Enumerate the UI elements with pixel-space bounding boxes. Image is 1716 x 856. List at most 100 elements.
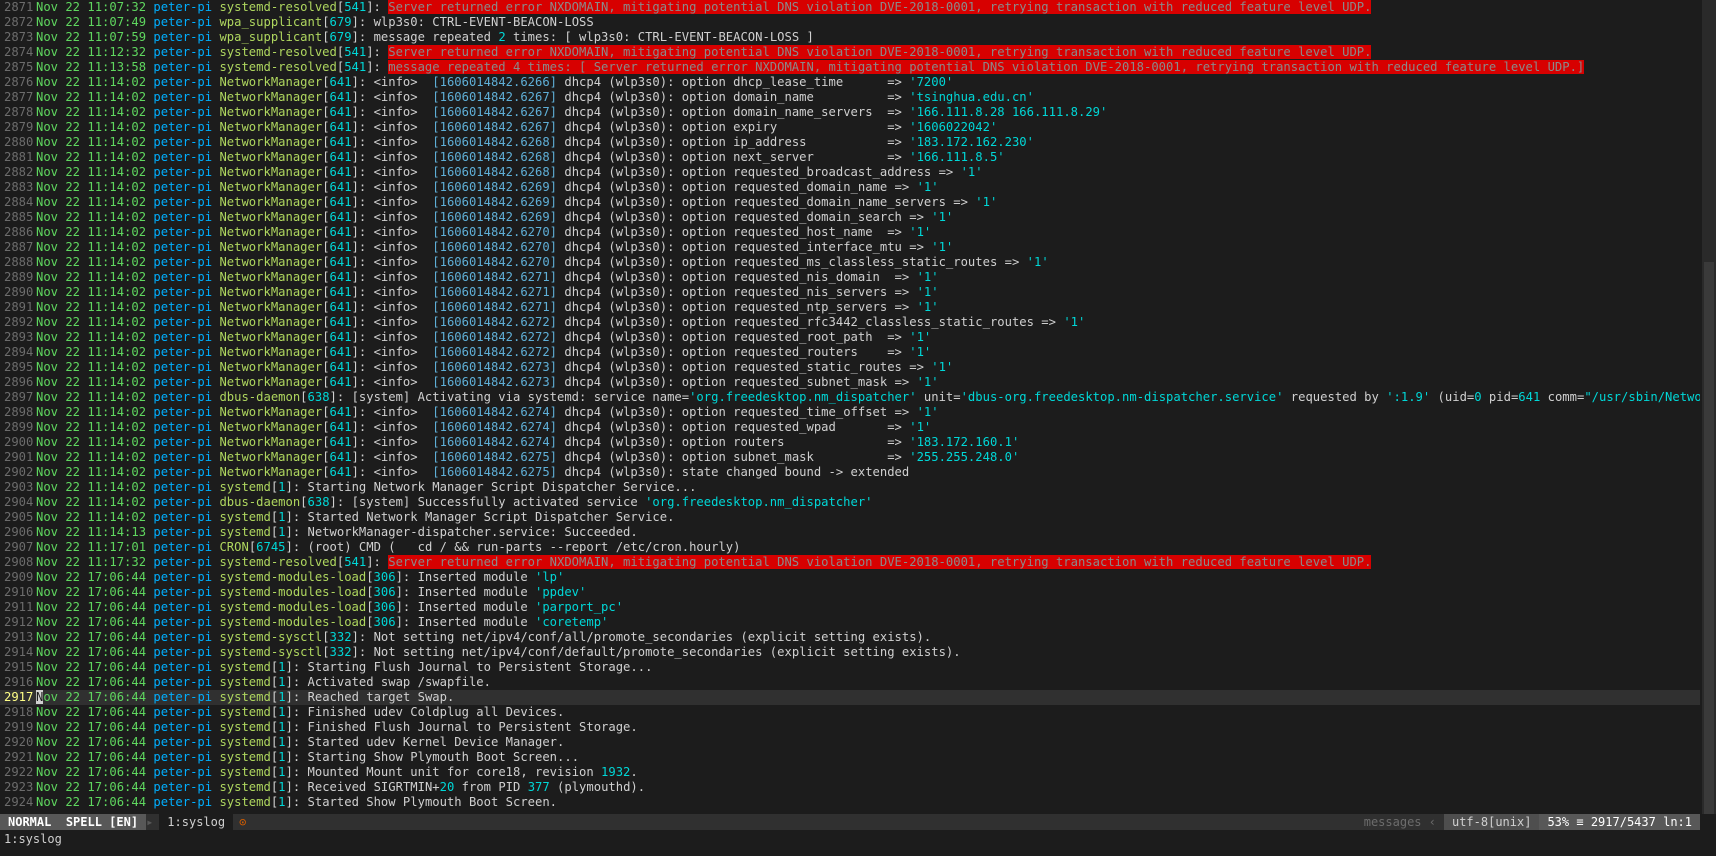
log-line[interactable]: 2895 Nov 22 11:14:02 peter-pi NetworkMana… (0, 360, 1700, 375)
log-line[interactable]: 2883 Nov 22 11:14:02 peter-pi NetworkMana… (0, 180, 1700, 195)
log-message: times: [ wlp3s0: CTRL-EVENT-BEACON-LOSS … (505, 30, 814, 44)
log-line[interactable]: 2871 Nov 22 11:07:32 peter-pi systemd-res… (0, 0, 1700, 15)
editor-buffer[interactable]: 2871 Nov 22 11:07:32 peter-pi systemd-res… (0, 0, 1700, 814)
cursor: N (36, 690, 44, 704)
log-host: peter-pi (153, 660, 213, 674)
log-line[interactable]: 2921 Nov 22 17:06:44 peter-pi systemd[1]:… (0, 750, 1700, 765)
log-host: peter-pi (153, 555, 213, 569)
log-line[interactable]: 2907 Nov 22 11:17:01 peter-pi CRON[6745]:… (0, 540, 1700, 555)
log-line[interactable]: 2916 Nov 22 17:06:44 peter-pi systemd[1]:… (0, 675, 1700, 690)
command-line[interactable]: 1:syslog (0, 830, 1716, 848)
log-line[interactable]: 2882 Nov 22 11:14:02 peter-pi NetworkMana… (0, 165, 1700, 180)
log-message: comm= (1540, 390, 1585, 404)
log-line[interactable]: 2915 Nov 22 17:06:44 peter-pi systemd[1]:… (0, 660, 1700, 675)
log-line[interactable]: 2920 Nov 22 17:06:44 peter-pi systemd[1]:… (0, 735, 1700, 750)
log-program: NetworkManager (219, 345, 323, 359)
log-line[interactable]: 2890 Nov 22 11:14:02 peter-pi NetworkMana… (0, 285, 1700, 300)
scrollbar-thumb[interactable] (1704, 262, 1714, 814)
log-line[interactable]: 2872 Nov 22 11:07:49 peter-pi wpa_supplic… (0, 15, 1700, 30)
log-line[interactable]: 2924 Nov 22 17:06:44 peter-pi systemd[1]:… (0, 795, 1700, 810)
log-line[interactable]: 2896 Nov 22 11:14:02 peter-pi NetworkMana… (0, 375, 1700, 390)
log-number: 1932 (601, 765, 631, 779)
bracket: ]: (351, 225, 367, 239)
log-line[interactable]: 2885 Nov 22 11:14:02 peter-pi NetworkMana… (0, 210, 1700, 225)
line-number: 2902 (4, 465, 34, 479)
scrollbar[interactable] (1702, 0, 1716, 814)
log-line[interactable]: 2913 Nov 22 17:06:44 peter-pi systemd-sys… (0, 630, 1700, 645)
log-line[interactable]: 2874 Nov 22 11:12:32 peter-pi systemd-res… (0, 45, 1700, 60)
bracket: [ (322, 645, 330, 659)
log-pid: 332 (329, 630, 352, 644)
log-line[interactable]: 2878 Nov 22 11:14:02 peter-pi NetworkMana… (0, 105, 1700, 120)
log-line[interactable]: 2892 Nov 22 11:14:02 peter-pi NetworkMana… (0, 315, 1700, 330)
log-message: (uid= (1430, 390, 1475, 404)
log-line[interactable]: 2903 Nov 22 11:14:02 peter-pi systemd[1]:… (0, 480, 1700, 495)
line-number: 2897 (4, 390, 34, 404)
log-line[interactable]: 2881 Nov 22 11:14:02 peter-pi NetworkMana… (0, 150, 1700, 165)
log-line[interactable]: 2887 Nov 22 11:14:02 peter-pi NetworkMana… (0, 240, 1700, 255)
log-line[interactable]: 2889 Nov 22 11:14:02 peter-pi NetworkMana… (0, 270, 1700, 285)
log-line[interactable]: 2919 Nov 22 17:06:44 peter-pi systemd[1]:… (0, 720, 1700, 735)
log-line[interactable]: 2918 Nov 22 17:06:44 peter-pi systemd[1]:… (0, 705, 1700, 720)
log-line[interactable]: 2894 Nov 22 11:14:02 peter-pi NetworkMana… (0, 345, 1700, 360)
log-value: '1' (931, 210, 954, 224)
log-line[interactable]: 2880 Nov 22 11:14:02 peter-pi NetworkMana… (0, 135, 1700, 150)
log-line[interactable]: 2905 Nov 22 11:14:02 peter-pi systemd[1]:… (0, 510, 1700, 525)
log-value: '1' (916, 375, 939, 389)
log-line[interactable]: 2886 Nov 22 11:14:02 peter-pi NetworkMana… (0, 225, 1700, 240)
bracket: [ (322, 105, 330, 119)
bracket: ]: (285, 510, 301, 524)
log-stamp: [1606014842.6269] (432, 180, 558, 194)
log-line[interactable]: 2911 Nov 22 17:06:44 peter-pi systemd-mod… (0, 600, 1700, 615)
log-line[interactable]: 2877 Nov 22 11:14:02 peter-pi NetworkMana… (0, 90, 1700, 105)
log-line[interactable]: 2876 Nov 22 11:14:02 peter-pi NetworkMana… (0, 75, 1700, 90)
log-line[interactable]: 2922 Nov 22 17:06:44 peter-pi systemd[1]:… (0, 765, 1700, 780)
log-line[interactable]: 2873 Nov 22 11:07:59 peter-pi wpa_supplic… (0, 30, 1700, 45)
log-line[interactable]: 2902 Nov 22 11:14:02 peter-pi NetworkMana… (0, 465, 1700, 480)
log-stamp: [1606014842.6268] (432, 165, 558, 179)
line-number: 2880 (4, 135, 34, 149)
log-line[interactable]: 2898 Nov 22 11:14:02 peter-pi NetworkMana… (0, 405, 1700, 420)
log-message: Inserted module (417, 570, 535, 584)
log-pid: 1 (278, 660, 286, 674)
log-line[interactable]: 2917 Nov 22 17:06:44 peter-pi systemd[1]:… (0, 690, 1700, 705)
log-line[interactable]: 2901 Nov 22 11:14:02 peter-pi NetworkMana… (0, 450, 1700, 465)
bracket: ]: (285, 540, 301, 554)
log-host: peter-pi (153, 450, 213, 464)
log-line[interactable]: 2891 Nov 22 11:14:02 peter-pi NetworkMana… (0, 300, 1700, 315)
log-message: dhcp4 (wlp3s0): option expiry => (557, 120, 910, 134)
log-line[interactable]: 2888 Nov 22 11:14:02 peter-pi NetworkMana… (0, 255, 1700, 270)
log-message: dhcp4 (wlp3s0): option requested_wpad => (557, 420, 910, 434)
log-line[interactable]: 2875 Nov 22 11:13:58 peter-pi systemd-res… (0, 60, 1700, 75)
log-line[interactable]: 2908 Nov 22 11:17:32 peter-pi systemd-res… (0, 555, 1700, 570)
bracket: ]: (395, 600, 411, 614)
line-number: 2878 (4, 105, 34, 119)
bracket: [ (322, 420, 330, 434)
bracket: [ (366, 570, 374, 584)
log-pid: 641 (329, 345, 352, 359)
log-line[interactable]: 2912 Nov 22 17:06:44 peter-pi systemd-mod… (0, 615, 1700, 630)
log-number: 377 (527, 780, 550, 794)
log-line[interactable]: 2909 Nov 22 17:06:44 peter-pi systemd-mod… (0, 570, 1700, 585)
log-line[interactable]: 2900 Nov 22 11:14:02 peter-pi NetworkMana… (0, 435, 1700, 450)
log-line[interactable]: 2899 Nov 22 11:14:02 peter-pi NetworkMana… (0, 420, 1700, 435)
log-timestamp: Nov 22 11:14:02 (36, 195, 147, 209)
log-pid: 641 (329, 75, 352, 89)
log-message: dhcp4 (wlp3s0): option requested_host_na… (557, 225, 910, 239)
bracket: ]: (285, 705, 301, 719)
buffer-tab[interactable]: 1:syslog (159, 814, 234, 830)
log-host: peter-pi (153, 225, 213, 239)
log-line[interactable]: 2914 Nov 22 17:06:44 peter-pi systemd-sys… (0, 645, 1700, 660)
log-pid: 1 (278, 705, 286, 719)
log-host: peter-pi (153, 330, 213, 344)
log-line[interactable]: 2897 Nov 22 11:14:02 peter-pi dbus-daemon… (0, 390, 1700, 405)
statusline: NORMAL SPELL [EN] ▸ 1:syslog ⊙ messages ‹ utf… (0, 814, 1700, 830)
log-line[interactable]: 2879 Nov 22 11:14:02 peter-pi NetworkMana… (0, 120, 1700, 135)
log-line[interactable]: 2906 Nov 22 11:14:13 peter-pi systemd[1]:… (0, 525, 1700, 540)
log-level: <info> (373, 285, 433, 299)
log-line[interactable]: 2893 Nov 22 11:14:02 peter-pi NetworkMana… (0, 330, 1700, 345)
log-line[interactable]: 2904 Nov 22 11:14:02 peter-pi dbus-daemon… (0, 495, 1700, 510)
log-line[interactable]: 2910 Nov 22 17:06:44 peter-pi systemd-mod… (0, 585, 1700, 600)
log-line[interactable]: 2923 Nov 22 17:06:44 peter-pi systemd[1]:… (0, 780, 1700, 795)
log-line[interactable]: 2884 Nov 22 11:14:02 peter-pi NetworkMana… (0, 195, 1700, 210)
